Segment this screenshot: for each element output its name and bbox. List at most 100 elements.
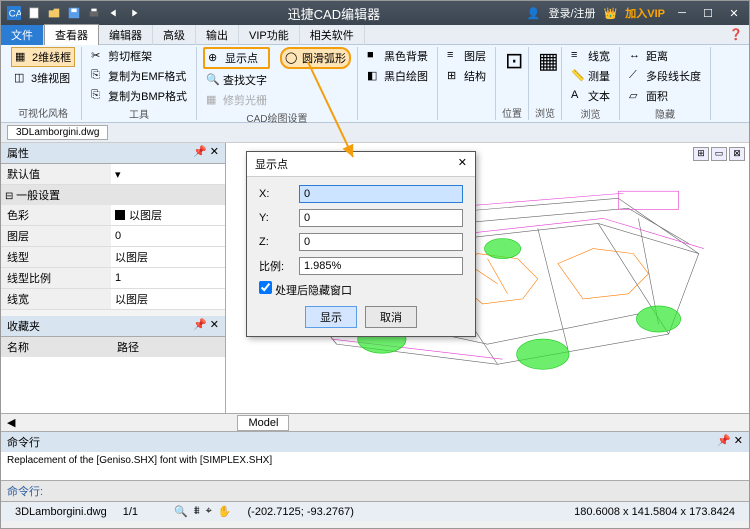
maximize-button[interactable]: ☐ bbox=[699, 6, 717, 20]
group-label-hide: 隐藏 bbox=[626, 105, 704, 121]
cube3d-icon: ◫ bbox=[14, 71, 28, 85]
ribbon-area[interactable]: ▱面积 bbox=[626, 87, 704, 105]
ribbon-measure[interactable]: 📏测量 bbox=[568, 67, 613, 85]
dialog-close-icon[interactable]: ✕ bbox=[458, 156, 467, 172]
ruler-icon: 📏 bbox=[571, 69, 585, 83]
cube-icon: ▦ bbox=[15, 50, 29, 64]
crown-icon: 👑 bbox=[604, 7, 618, 20]
ribbon-polyline-len[interactable]: ⟋多段线长度 bbox=[626, 67, 704, 85]
file-tab-active[interactable]: 3DLamborgini.dwg bbox=[7, 125, 108, 140]
statusbar: 3DLamborgini.dwg 1/1 🔍 ⩩ ⌖ ✋ (-202.7125;… bbox=[1, 501, 749, 521]
target-icon: ⊕ bbox=[208, 51, 222, 65]
input-x[interactable] bbox=[299, 185, 463, 203]
svg-text:CAD: CAD bbox=[9, 9, 21, 20]
menu-output[interactable]: 输出 bbox=[196, 25, 239, 45]
area-icon: ▱ bbox=[629, 89, 643, 103]
tab-nav-left[interactable]: ◀ bbox=[7, 416, 15, 429]
model-tab[interactable]: Model bbox=[237, 415, 289, 431]
ribbon-position[interactable]: ⊡ bbox=[502, 47, 522, 63]
ribbon-copy-emf[interactable]: ⎘复制为EMF格式 bbox=[88, 67, 190, 85]
model-tabs: ◀ Model bbox=[1, 413, 749, 431]
dialog-ok-button[interactable]: 显示 bbox=[305, 306, 357, 328]
dialog-cancel-button[interactable]: 取消 bbox=[365, 306, 417, 328]
sb-hand-icon[interactable]: ✋ bbox=[218, 505, 232, 518]
status-file: 3DLamborgini.dwg bbox=[7, 506, 115, 518]
trim-icon: ▦ bbox=[206, 93, 220, 107]
file-tabs: 3DLamborgini.dwg bbox=[1, 123, 749, 143]
label-z: Z: bbox=[259, 236, 291, 248]
copy-icon: ⎘ bbox=[91, 69, 105, 83]
prop-section-general: ⊟ 一般设置 bbox=[1, 185, 225, 205]
help-icon[interactable]: ❓ bbox=[723, 28, 749, 41]
label-x: X: bbox=[259, 188, 291, 200]
ribbon-text[interactable]: A文本 bbox=[568, 87, 613, 105]
ribbon-layers[interactable]: ≡图层 bbox=[444, 47, 489, 65]
group-label-visual: 可视化风格 bbox=[11, 104, 75, 120]
copy-icon: ⎘ bbox=[91, 89, 105, 103]
open-icon[interactable] bbox=[47, 6, 61, 20]
ribbon-smooth-arc[interactable]: ◯圆滑弧形 bbox=[280, 47, 351, 69]
polyline-icon: ⟋ bbox=[629, 69, 643, 83]
redo-icon[interactable] bbox=[127, 6, 141, 20]
save-icon[interactable] bbox=[67, 6, 81, 20]
new-icon[interactable] bbox=[27, 6, 41, 20]
search-icon: 🔍 bbox=[206, 73, 220, 87]
ribbon-distance[interactable]: ↔距离 bbox=[626, 47, 704, 65]
ribbon-trim-raster[interactable]: ▦修剪光栅 bbox=[203, 91, 270, 109]
sb-snap-icon[interactable]: ⌖ bbox=[206, 505, 212, 518]
pin-icon[interactable]: 📌 ✕ bbox=[193, 318, 219, 334]
dialog-title: 显示点 bbox=[255, 156, 288, 172]
group-label-position: 位置 bbox=[502, 104, 522, 120]
command-panel: 命令行📌 ✕ Replacement of the [Geniso.SHX] f… bbox=[1, 431, 749, 501]
command-prompt[interactable]: 命令行: bbox=[1, 480, 749, 501]
input-ratio[interactable] bbox=[299, 257, 463, 275]
pin-icon[interactable]: 📌 ✕ bbox=[717, 434, 743, 450]
command-output: Replacement of the [Geniso.SHX] font wit… bbox=[1, 452, 749, 480]
menu-editor[interactable]: 编辑器 bbox=[99, 25, 153, 45]
line-icon: ≡ bbox=[571, 49, 585, 63]
minimize-button[interactable]: ─ bbox=[673, 6, 691, 20]
pin-icon[interactable]: 📌 ✕ bbox=[193, 145, 219, 161]
color-swatch bbox=[115, 210, 125, 220]
menu-file[interactable]: 文件 bbox=[1, 25, 44, 45]
ribbon-browse[interactable]: ▦ bbox=[535, 47, 555, 63]
ribbon-clip-frame[interactable]: ✂剪切框架 bbox=[88, 47, 190, 65]
menu-related[interactable]: 相关软件 bbox=[300, 25, 365, 45]
menu-advanced[interactable]: 高级 bbox=[153, 25, 196, 45]
undo-icon[interactable] bbox=[107, 6, 121, 20]
input-y[interactable] bbox=[299, 209, 463, 227]
ribbon-bw-draw[interactable]: ◧黑白绘图 bbox=[364, 67, 431, 85]
checkbox-hide-after[interactable] bbox=[259, 281, 272, 294]
sb-grid-icon[interactable]: ⩩ bbox=[194, 505, 200, 518]
sb-zoom-icon[interactable]: 🔍 bbox=[174, 505, 188, 518]
bw-icon: ◧ bbox=[367, 69, 381, 83]
status-dims: 180.6008 x 141.5804 x 173.8424 bbox=[566, 506, 743, 518]
bg-icon: ■ bbox=[367, 49, 381, 63]
show-point-dialog: 显示点✕ X: Y: Z: 比例: 处理后隐藏窗口 显示 取消 bbox=[246, 151, 476, 337]
close-button[interactable]: ✕ bbox=[725, 6, 743, 20]
text-icon: A bbox=[571, 89, 585, 103]
browse-icon: ▦ bbox=[538, 48, 552, 62]
ribbon-black-bg[interactable]: ■黑色背景 bbox=[364, 47, 431, 65]
menu-vip[interactable]: VIP功能 bbox=[239, 25, 300, 45]
ribbon-3d-view[interactable]: ◫3维视图 bbox=[11, 69, 75, 87]
layers-icon: ≡ bbox=[447, 49, 461, 63]
ribbon-show-point[interactable]: ⊕显示点 bbox=[203, 47, 270, 69]
ribbon-structure[interactable]: ⊞结构 bbox=[444, 67, 489, 85]
arc-icon: ◯ bbox=[285, 51, 299, 65]
print-icon[interactable] bbox=[87, 6, 101, 20]
status-page: 1/1 bbox=[115, 506, 146, 518]
vip-link[interactable]: 加入VIP bbox=[625, 5, 665, 21]
input-z[interactable] bbox=[299, 233, 463, 251]
scissors-icon: ✂ bbox=[91, 49, 105, 63]
properties-header: 属性📌 ✕ bbox=[1, 143, 225, 164]
ribbon-linewidth[interactable]: ≡线宽 bbox=[568, 47, 613, 65]
login-link[interactable]: 登录/注册 bbox=[549, 5, 596, 21]
ribbon-copy-bmp[interactable]: ⎘复制为BMP格式 bbox=[88, 87, 190, 105]
prop-default: 默认值 bbox=[1, 164, 111, 184]
ribbon-2d-wireframe[interactable]: ▦2维线框 bbox=[11, 47, 75, 67]
user-icon: 👤 bbox=[527, 7, 541, 20]
menubar: 文件 查看器 编辑器 高级 输出 VIP功能 相关软件 ❓ bbox=[1, 25, 749, 45]
menu-viewer[interactable]: 查看器 bbox=[44, 24, 99, 45]
ribbon-find-text[interactable]: 🔍查找文字 bbox=[203, 71, 270, 89]
